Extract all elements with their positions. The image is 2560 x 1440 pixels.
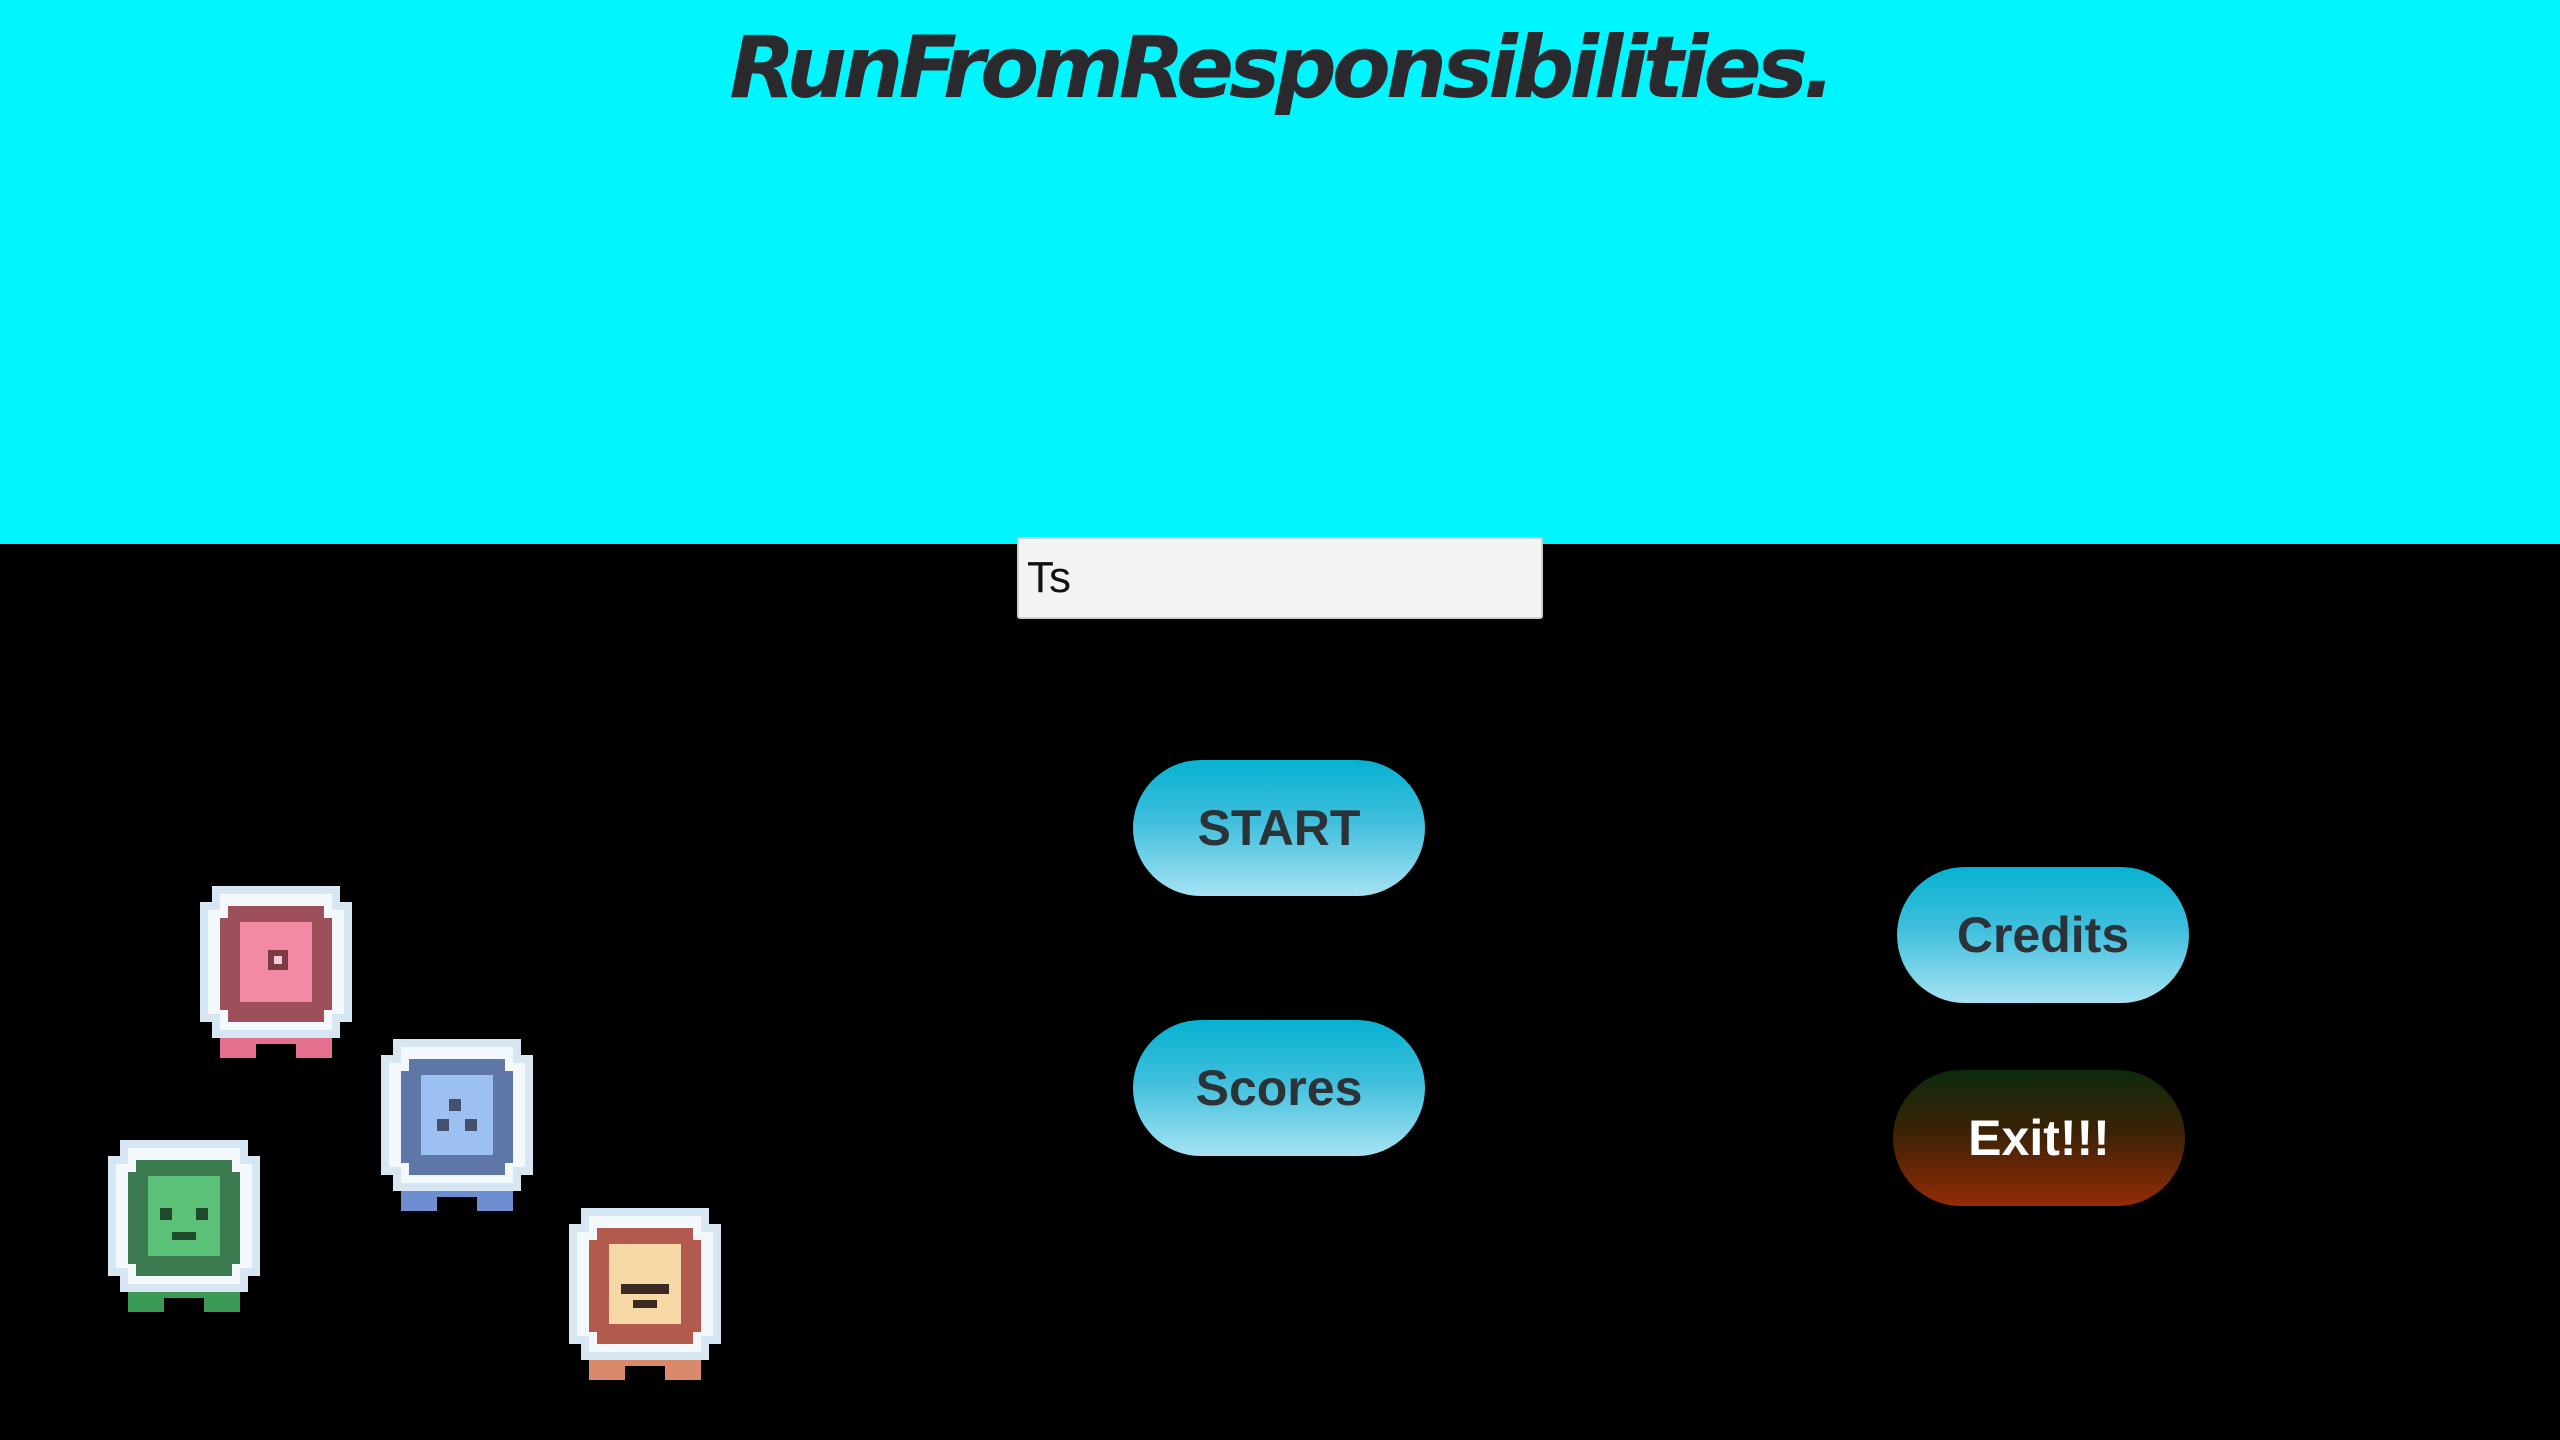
start-button[interactable]: START (1133, 760, 1425, 896)
blue-astronaut-icon (381, 1039, 533, 1211)
astronaut-visor (621, 1284, 669, 1294)
astronaut-eye (196, 1208, 208, 1220)
ground-background (0, 544, 2560, 1440)
credits-button[interactable]: Credits (1897, 867, 2189, 1003)
game-title: RunFromResponsibilities. (729, 18, 1835, 118)
exit-button[interactable]: Exit!!! (1893, 1070, 2185, 1206)
scores-button[interactable]: Scores (1133, 1020, 1425, 1156)
astronaut-eye-shine (274, 956, 282, 964)
astronaut-mouth (633, 1300, 657, 1308)
astronaut-dot (465, 1119, 477, 1131)
player-name-input[interactable] (1017, 537, 1543, 619)
green-astronaut-icon (108, 1140, 260, 1312)
pink-astronaut-icon (200, 886, 352, 1058)
astronaut-mouth (172, 1232, 196, 1240)
astronaut-face (148, 1176, 220, 1256)
astronaut-eye (160, 1208, 172, 1220)
astronaut-dot (449, 1099, 461, 1111)
astronaut-face (421, 1075, 493, 1155)
astronaut-dot (437, 1119, 449, 1131)
yellow-astronaut-icon (569, 1208, 721, 1380)
